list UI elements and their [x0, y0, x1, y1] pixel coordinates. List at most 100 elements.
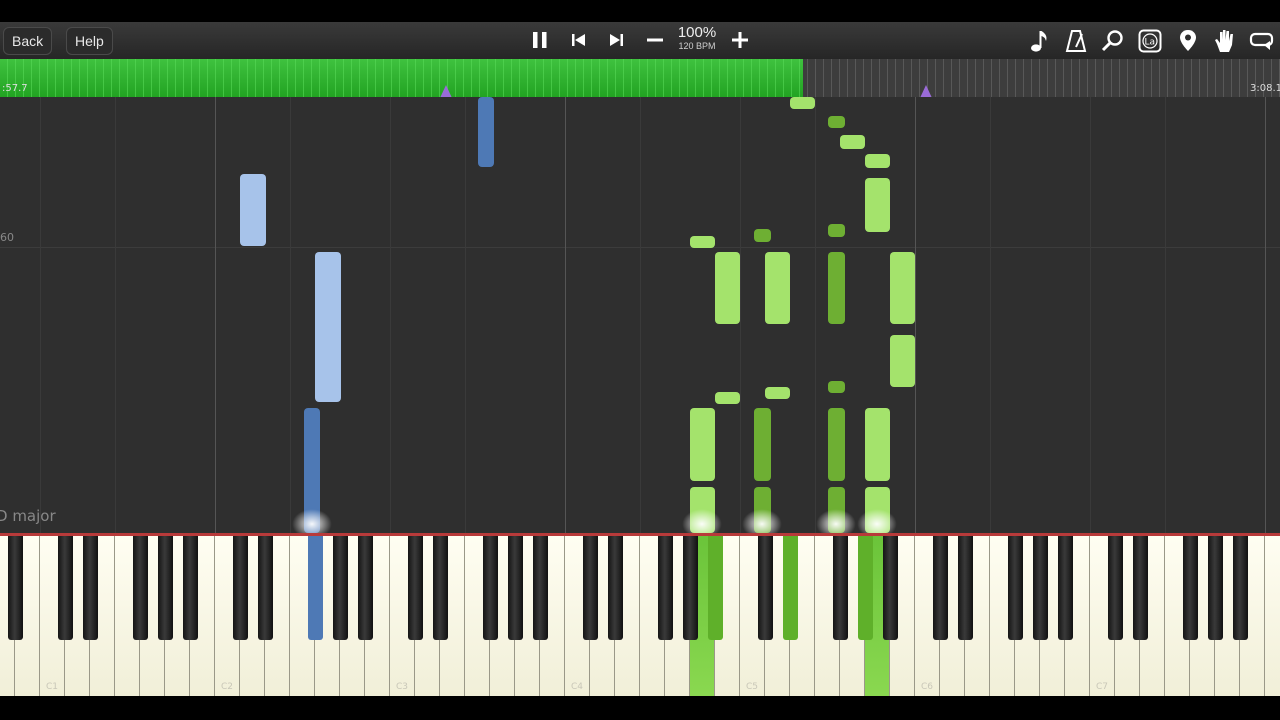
right-hand-note: [865, 154, 890, 168]
black-key[interactable]: [1108, 536, 1123, 640]
faster-button[interactable]: [725, 24, 755, 56]
black-key[interactable]: [508, 536, 523, 640]
black-key[interactable]: [958, 536, 973, 640]
key-hit-sparkle: [292, 509, 332, 533]
black-key[interactable]: [358, 536, 373, 640]
black-key[interactable]: [758, 536, 773, 640]
black-key[interactable]: [1058, 536, 1073, 640]
black-key[interactable]: [233, 536, 248, 640]
loop-button[interactable]: [1247, 26, 1277, 56]
black-key[interactable]: [483, 536, 498, 640]
black-key[interactable]: [1233, 536, 1248, 640]
right-hand-note: [715, 392, 740, 404]
black-key[interactable]: [1033, 536, 1048, 640]
help-button[interactable]: Help: [66, 27, 113, 55]
music-note-icon: [1031, 31, 1047, 52]
loop-start-marker[interactable]: [440, 85, 452, 97]
key-hit-sparkle: [742, 509, 782, 533]
grid-line: [740, 97, 741, 533]
black-key[interactable]: [533, 536, 548, 640]
toolbar: Back Help 100% 120 BPM La: [0, 22, 1280, 59]
note-display-button[interactable]: [1024, 26, 1054, 56]
black-key[interactable]: [708, 536, 723, 640]
bottom-bar: [0, 696, 1280, 720]
right-hand-note: [828, 408, 845, 481]
right-hand-note: [890, 335, 915, 387]
piano-roll: 60 D major: [0, 97, 1280, 533]
slower-button[interactable]: [640, 24, 670, 56]
black-key[interactable]: [683, 536, 698, 640]
black-key[interactable]: [1133, 536, 1148, 640]
speed-display: 100% 120 BPM: [672, 24, 722, 52]
grid-line: [115, 97, 116, 533]
metronome-icon: [1065, 30, 1087, 52]
metronome-button[interactable]: [1061, 26, 1091, 56]
octave-label: C5: [746, 682, 759, 692]
hands-button[interactable]: [1210, 26, 1240, 56]
song-progress-bar[interactable]: :57.7 3:08.1: [0, 59, 1280, 97]
black-key[interactable]: [158, 536, 173, 640]
next-button[interactable]: [601, 24, 631, 56]
right-hand-note: [840, 135, 865, 149]
grid-line: [1265, 97, 1266, 533]
black-key[interactable]: [1008, 536, 1023, 640]
black-key[interactable]: [833, 536, 848, 640]
black-key[interactable]: [258, 536, 273, 640]
black-key[interactable]: [58, 536, 73, 640]
black-key[interactable]: [133, 536, 148, 640]
zoom-button[interactable]: [1098, 26, 1128, 56]
black-key[interactable]: [408, 536, 423, 640]
right-hand-note: [865, 178, 890, 232]
black-key[interactable]: [933, 536, 948, 640]
black-key[interactable]: [333, 536, 348, 640]
black-key[interactable]: [858, 536, 873, 640]
grid-line: [915, 97, 916, 533]
grid-line: [565, 97, 566, 533]
grid-line: [215, 97, 216, 533]
right-hand-note: [690, 408, 715, 481]
right-hand-note: [890, 252, 915, 324]
black-key[interactable]: [1208, 536, 1223, 640]
bookmark-button[interactable]: [1173, 26, 1203, 56]
location-pin-icon: [1180, 30, 1196, 51]
black-key[interactable]: [8, 536, 23, 640]
right-hand-note: [690, 236, 715, 248]
pause-button[interactable]: [525, 24, 555, 56]
black-key[interactable]: [583, 536, 598, 640]
previous-button[interactable]: [564, 24, 594, 56]
right-hand-note: [754, 408, 771, 481]
key-signature-label: D major: [0, 507, 56, 525]
piano-keyboard[interactable]: C1 C2 C3 C4 C5 C6 C7: [0, 536, 1280, 696]
skip-back-icon: [572, 34, 585, 46]
minus-icon: [647, 38, 663, 42]
black-key[interactable]: [608, 536, 623, 640]
hand-icon: [1215, 30, 1233, 52]
pause-icon: [533, 32, 547, 48]
black-key[interactable]: [183, 536, 198, 640]
left-hand-note: [240, 174, 266, 246]
black-key[interactable]: [658, 536, 673, 640]
grid-line: [815, 97, 816, 533]
octave-label: C3: [396, 682, 409, 692]
measure-number: 60: [0, 231, 14, 244]
octave-label: C6: [921, 682, 934, 692]
labels-button[interactable]: La: [1135, 26, 1165, 56]
black-key[interactable]: [1183, 536, 1198, 640]
black-key[interactable]: [883, 536, 898, 640]
loop-end-marker[interactable]: [920, 85, 932, 97]
right-hand-note: [765, 387, 790, 399]
black-key[interactable]: [433, 536, 448, 640]
grid-line: [1090, 97, 1091, 533]
grid-line: [990, 97, 991, 533]
skip-forward-icon: [610, 34, 623, 46]
black-key[interactable]: [83, 536, 98, 640]
right-hand-note: [765, 252, 790, 324]
black-key[interactable]: [783, 536, 798, 640]
right-hand-note: [754, 229, 771, 242]
back-button[interactable]: Back: [3, 27, 53, 55]
magnifier-icon: [1101, 30, 1123, 52]
grid-line: [40, 97, 41, 533]
white-key[interactable]: [1265, 536, 1280, 696]
note-label-icon: La: [1138, 29, 1162, 53]
black-key[interactable]: [308, 536, 323, 640]
